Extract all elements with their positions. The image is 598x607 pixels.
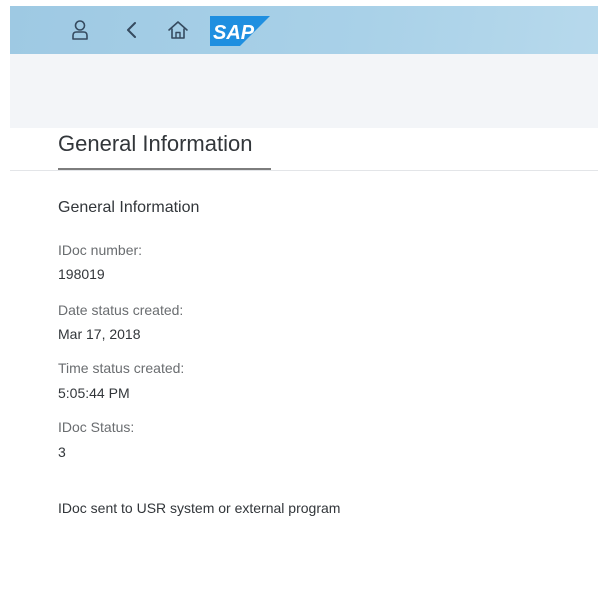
home-icon[interactable]: [166, 18, 190, 42]
screen: SAP General Information General Informat…: [0, 0, 598, 607]
idoc-status-label: IDoc Status:: [58, 419, 135, 435]
idoc-status-value: 3: [58, 444, 66, 460]
idoc-number-value: 198019: [58, 266, 105, 282]
divider: [10, 170, 598, 171]
svg-text:SAP: SAP: [213, 22, 255, 44]
sap-logo[interactable]: SAP: [210, 16, 270, 46]
user-icon[interactable]: [68, 18, 92, 42]
subheader-band: [10, 54, 598, 128]
time-status-created-label: Time status created:: [58, 360, 185, 376]
section-title: General Information: [58, 199, 200, 216]
idoc-number-label: IDoc number:: [58, 242, 143, 258]
back-icon[interactable]: [120, 18, 144, 42]
time-status-created-value: 5:05:44 PM: [58, 385, 130, 401]
status-description: IDoc sent to USR system or external prog…: [58, 500, 341, 516]
page-title: General Information: [58, 131, 253, 156]
date-status-created-label: Date status created:: [58, 302, 184, 318]
shell-header: SAP: [10, 6, 598, 54]
date-status-created-value: Mar 17, 2018: [58, 326, 141, 342]
